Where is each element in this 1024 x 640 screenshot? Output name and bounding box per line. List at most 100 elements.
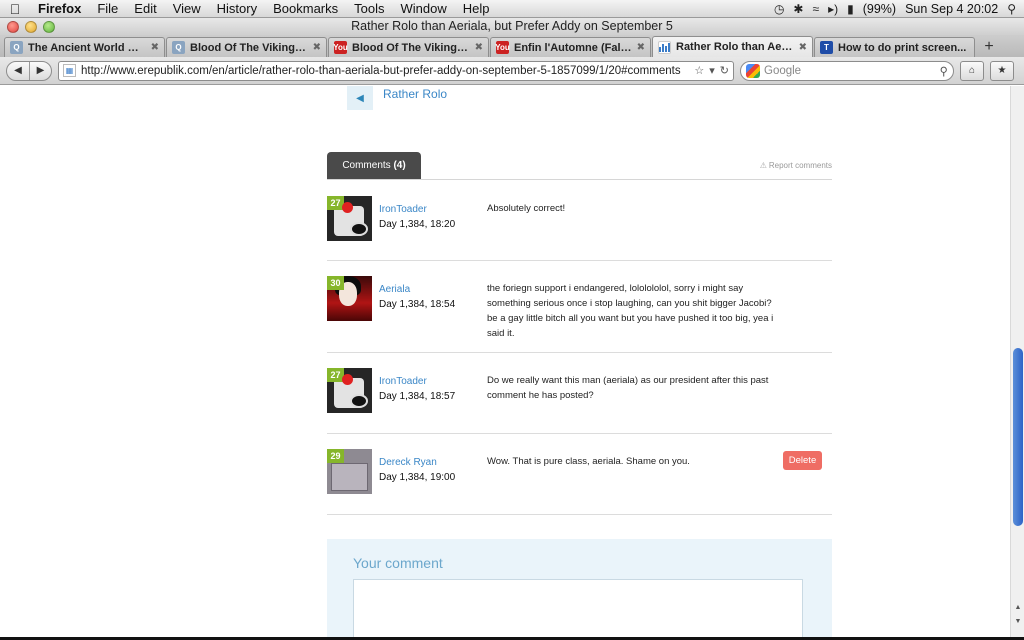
article-navigation: ◀ Rather Rolo: [347, 86, 447, 110]
comment-timestamp: Day 1,384, 18:57: [379, 391, 456, 402]
battery-icon[interactable]: ▮: [847, 2, 854, 16]
comment-timestamp: Day 1,384, 18:54: [379, 299, 456, 310]
comment-item: 27 IronToader Day 1,384, 18:20 Absolutel…: [327, 181, 832, 261]
url-bar[interactable]: ▦ http://www.erepublik.com/en/article/ra…: [58, 60, 734, 81]
comment-text: Wow. That is pure class, aeriala. Shame …: [487, 456, 690, 467]
tab-label: How to do print screen...: [838, 41, 967, 54]
delete-comment-button[interactable]: Delete: [783, 451, 822, 470]
menu-edit[interactable]: Edit: [126, 0, 164, 18]
new-tab-button[interactable]: +: [978, 37, 1000, 57]
scrollbar-thumb[interactable]: [1013, 348, 1023, 526]
comment-item: 27 IronToader Day 1,384, 18:57 Do we rea…: [327, 353, 832, 434]
level-badge: 30: [327, 276, 344, 290]
tab-label: Rather Rolo than Aerial...: [676, 41, 795, 53]
search-input[interactable]: Google: [764, 65, 940, 77]
tab-blood-vikings-2[interactable]: You Blood Of The Vikings -... ✖: [328, 37, 489, 57]
menu-tools[interactable]: Tools: [346, 0, 392, 18]
menu-view[interactable]: View: [165, 0, 209, 18]
battery-percent: (99%): [862, 1, 897, 16]
tab-rather-rolo[interactable]: Rather Rolo than Aerial... ✖: [652, 36, 813, 57]
comment-text: the foriegn support i endangered, lololo…: [487, 283, 774, 339]
comment-author-link[interactable]: Aeriala: [379, 284, 410, 295]
previous-article-link[interactable]: Rather Rolo: [383, 87, 447, 101]
home-button[interactable]: ⌂: [960, 60, 984, 81]
menu-firefox[interactable]: Firefox: [30, 0, 89, 18]
tab-print-screen[interactable]: T How to do print screen...: [814, 37, 975, 57]
wifi-icon[interactable]: ≈: [812, 2, 819, 16]
volume-icon[interactable]: ▸): [828, 2, 838, 16]
tab-label: Blood Of The Vikings(b...: [190, 41, 309, 54]
back-forward-group: ◀ ▶: [6, 60, 52, 81]
google-search-engine-icon[interactable]: [746, 63, 760, 78]
comment-text: Do we really want this man (aeriala) as …: [487, 375, 769, 401]
comment-timestamp: Day 1,384, 18:20: [379, 219, 456, 230]
youtube-favicon-icon: You: [495, 41, 510, 54]
tab-label: The Ancient World With...: [28, 41, 147, 54]
vertical-scrollbar[interactable]: ▲ ▼: [1010, 86, 1024, 640]
scroll-up-arrow-icon[interactable]: ▲: [1011, 602, 1024, 614]
menu-file[interactable]: File: [89, 0, 126, 18]
bookmarks-menu-button[interactable]: ★: [990, 60, 1014, 81]
back-button[interactable]: ◀: [7, 62, 29, 80]
comment-item: 30 Aeriala Day 1,384, 18:54 the foriegn …: [327, 261, 832, 353]
comment-timestamp: Day 1,384, 19:00: [379, 472, 456, 483]
comment-author-link[interactable]: IronToader: [379, 376, 427, 387]
search-bar[interactable]: Google ⚲: [740, 60, 954, 81]
comment-text: Absolutely correct!: [487, 203, 566, 214]
close-tab-icon[interactable]: ✖: [151, 42, 159, 53]
menubar:  Firefox File Edit View History Bookmar…: [0, 0, 1024, 18]
url-dropdown-icon[interactable]: ▾: [709, 64, 715, 77]
comment-author-link[interactable]: IronToader: [379, 204, 427, 215]
avatar[interactable]: 27: [327, 368, 372, 413]
scroll-down-arrow-icon[interactable]: ▼: [1011, 616, 1024, 628]
apple-icon[interactable]: : [0, 1, 30, 17]
close-tab-icon[interactable]: ✖: [475, 42, 483, 53]
tab-ancient-world[interactable]: Q The Ancient World With... ✖: [4, 37, 165, 57]
avatar[interactable]: 29: [327, 449, 372, 494]
reload-icon[interactable]: ↻: [720, 64, 729, 77]
menu-window[interactable]: Window: [393, 0, 455, 18]
tab-blood-vikings-1[interactable]: Q Blood Of The Vikings(b... ✖: [166, 37, 327, 57]
quizlet-favicon-icon: Q: [10, 41, 23, 54]
previous-article-arrow-icon[interactable]: ◀: [347, 86, 373, 110]
comments-header: Comments (4) ⚠ Report comments: [327, 152, 832, 180]
tab-comments[interactable]: Comments (4): [327, 152, 421, 179]
spotlight-icon[interactable]: ⚲: [1007, 2, 1016, 16]
avatar[interactable]: 27: [327, 196, 372, 241]
menubar-status-area: ◷ ✱ ≈ ▸) ▮ (99%) Sun Sep 4 20:02 ⚲: [774, 2, 1024, 16]
tab-label: Enfin l'Automne (Fall, Fi...: [514, 41, 633, 54]
close-tab-icon[interactable]: ✖: [799, 42, 807, 53]
bar-chart-icon: [659, 42, 670, 52]
close-tab-icon[interactable]: ✖: [637, 42, 645, 53]
avatar-eyepatch: [342, 202, 353, 213]
close-tab-icon[interactable]: ✖: [313, 42, 321, 53]
comment-author-link[interactable]: Dereck Ryan: [379, 457, 437, 468]
time-machine-icon[interactable]: ◷: [774, 2, 784, 16]
clock[interactable]: Sun Sep 4 20:02: [905, 2, 998, 16]
navigation-toolbar: ◀ ▶ ▦ http://www.erepublik.com/en/articl…: [0, 57, 1024, 85]
erepublik-favicon-icon: [658, 40, 671, 54]
url-text[interactable]: http://www.erepublik.com/en/article/rath…: [81, 65, 689, 77]
comments-count: (4): [393, 160, 406, 171]
warning-icon: ⚠: [759, 161, 767, 170]
bluetooth-icon[interactable]: ✱: [793, 2, 803, 16]
techcrunch-favicon-icon: T: [820, 41, 833, 54]
menu-history[interactable]: History: [209, 0, 265, 18]
menu-help[interactable]: Help: [455, 0, 498, 18]
comment-textarea[interactable]: [353, 579, 803, 640]
page-viewport: ◀ Rather Rolo Comments (4) ⚠ Report comm…: [0, 86, 1024, 640]
quizlet-favicon-icon: Q: [172, 41, 185, 54]
report-comments-link[interactable]: ⚠ Report comments: [760, 161, 832, 170]
avatar-sketch: [331, 463, 368, 491]
search-icon[interactable]: ⚲: [940, 64, 948, 78]
level-badge: 29: [327, 449, 344, 463]
comments-tab-label: Comments: [342, 160, 391, 171]
menu-bookmarks[interactable]: Bookmarks: [265, 0, 346, 18]
tab-enfin-automne[interactable]: You Enfin l'Automne (Fall, Fi... ✖: [490, 37, 651, 57]
avatar[interactable]: 30: [327, 276, 372, 321]
report-comments-label: Report comments: [768, 161, 832, 170]
site-identity-icon[interactable]: ▦: [63, 64, 76, 77]
youtube-favicon-icon: You: [333, 41, 348, 54]
forward-button[interactable]: ▶: [29, 61, 51, 80]
bookmark-star-icon[interactable]: ☆: [694, 64, 704, 77]
